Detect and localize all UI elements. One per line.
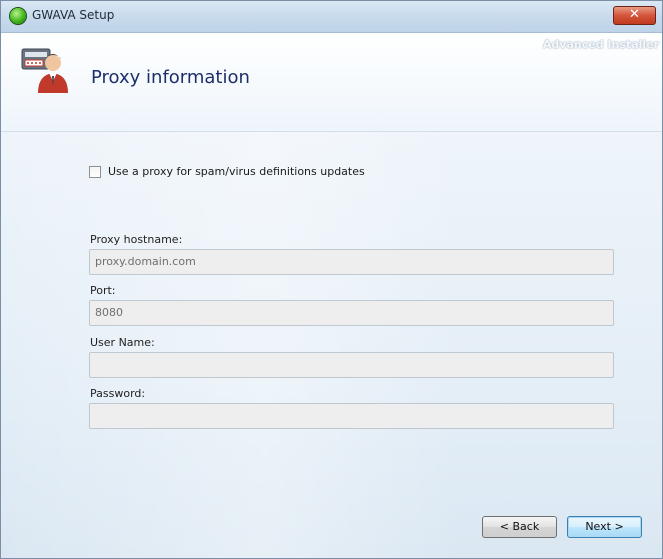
app-icon xyxy=(10,8,26,24)
proxy-hostname-input[interactable]: proxy.domain.com xyxy=(89,249,614,275)
next-button[interactable]: Next > xyxy=(567,516,642,538)
port-label: Port: xyxy=(90,284,116,297)
user-with-credentials-icon xyxy=(21,48,68,93)
proxy-hostname-label: Proxy hostname: xyxy=(90,233,183,246)
password-input[interactable] xyxy=(89,403,614,429)
page-title: Proxy information xyxy=(91,67,250,88)
password-label: Password: xyxy=(90,387,146,400)
use-proxy-label: Use a proxy for spam/virus definitions u… xyxy=(108,165,365,178)
use-proxy-option[interactable]: Use a proxy for spam/virus definitions u… xyxy=(89,165,365,178)
content-panel: Use a proxy for spam/virus definitions u… xyxy=(1,132,662,558)
use-proxy-checkbox[interactable] xyxy=(89,165,101,178)
close-icon: ✕ xyxy=(629,7,640,22)
port-input[interactable]: 8080 xyxy=(89,300,614,326)
back-button[interactable]: < Back xyxy=(482,516,557,538)
header-banner: Advanced Installer Proxy information xyxy=(1,33,662,132)
user-name-input[interactable] xyxy=(89,352,614,378)
setup-window: GWAVA Setup ✕ Advanced Installer Proxy i… xyxy=(0,0,663,559)
user-name-label: User Name: xyxy=(90,336,155,349)
brand-watermark: Advanced Installer xyxy=(542,38,659,51)
window-title: GWAVA Setup xyxy=(32,8,115,22)
title-bar[interactable]: GWAVA Setup ✕ xyxy=(1,1,662,33)
close-button[interactable]: ✕ xyxy=(613,6,656,25)
